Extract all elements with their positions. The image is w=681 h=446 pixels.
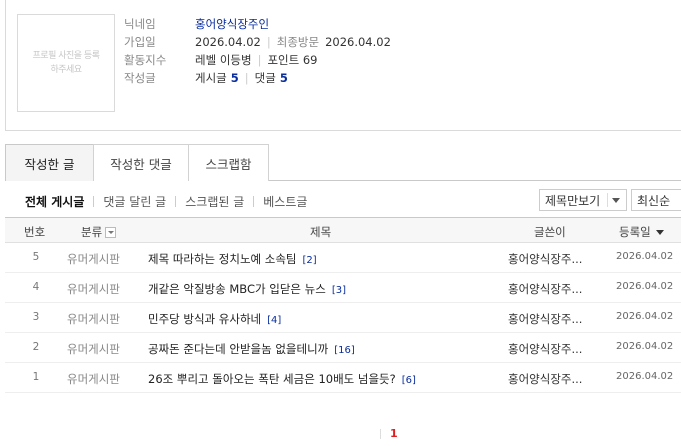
header-category[interactable]: 분류 <box>81 224 117 240</box>
table-row: 2 유머게시판 공짜돈 준다는데 안받을놈 없을테니까 [16] 홍어양식장주... 20… <box>5 333 681 363</box>
divider: | <box>266 35 271 49</box>
last-visit-label: 최종방문 <box>276 35 320 49</box>
filter-commented-posts[interactable]: 댓글 달린 글 <box>103 193 166 210</box>
comments-count: 5 <box>279 71 288 85</box>
sort-value: 최신순 <box>637 193 671 208</box>
filter-scrapped-posts[interactable]: 스크랩된 글 <box>185 193 244 210</box>
row-title[interactable]: 개같은 악질방송 MBC가 입닫은 뉴스 <box>148 282 326 296</box>
row-comment-count[interactable]: [6] <box>402 375 416 386</box>
row-title-link[interactable]: 공짜돈 준다는데 안받을놈 없을테니까 [16] <box>148 341 355 357</box>
row-comment-count[interactable]: [2] <box>303 255 317 266</box>
activity-label: 활동지수 <box>124 53 167 67</box>
divider <box>93 195 95 207</box>
avatar-placeholder[interactable]: 프로필 사진을 등록하주세요 <box>17 14 115 112</box>
row-num: 4 <box>32 281 40 293</box>
page-current[interactable]: 1 <box>390 427 398 440</box>
avatar-placeholder-text: 프로필 사진을 등록하주세요 <box>32 51 100 75</box>
row-author[interactable]: 홍어양식장주... <box>508 251 598 267</box>
view-mode-value: 제목만보기 <box>545 193 601 208</box>
posts-count: 5 <box>230 71 239 85</box>
chevron-down-icon <box>612 198 620 203</box>
row-author[interactable]: 홍어양식장주... <box>508 281 598 297</box>
header-author: 글쓴이 <box>534 225 566 239</box>
nickname-label: 닉네임 <box>124 17 156 31</box>
row-num: 1 <box>32 371 40 383</box>
row-title-link[interactable]: 제목 따라하는 정치노예 소속팀 [2] <box>148 251 317 267</box>
row-category[interactable]: 유머게시판 <box>67 371 120 387</box>
profile-info: 닉네임 홍어양식장주인 가입일 2026.04.02 | 최종방문 2026.0… <box>124 15 391 87</box>
divider <box>380 428 381 439</box>
row-title[interactable]: 제목 따라하는 정치노예 소속팀 <box>148 252 297 266</box>
joined-label: 가입일 <box>124 35 156 49</box>
comments-label: 댓글 <box>254 71 276 85</box>
row-date: 2026.04.02 <box>616 341 674 352</box>
level: 레벨 이등병 <box>195 53 252 67</box>
row-date: 2026.04.02 <box>616 281 674 292</box>
row-title[interactable]: 26조 뿌리고 돌아오는 폭탄 세금은 10배도 넘을듯? <box>148 372 396 386</box>
header-date[interactable]: 등록일 <box>619 224 664 240</box>
row-title-link[interactable]: 26조 뿌리고 돌아오는 폭탄 세금은 10배도 넘을듯? [6] <box>148 371 416 387</box>
row-num: 3 <box>32 311 40 323</box>
tab-written-posts[interactable]: 작성한 글 <box>5 144 94 181</box>
header-date-label: 등록일 <box>619 225 651 239</box>
header-num: 번호 <box>24 225 46 239</box>
tab-scraps[interactable]: 스크랩함 <box>188 144 269 181</box>
tab-bar: 작성한 글 작성한 댓글 스크랩함 <box>5 144 681 181</box>
row-title-link[interactable]: 민주당 방식과 유사하네 [4] <box>148 311 281 327</box>
filter-best-posts[interactable]: 베스트글 <box>263 193 307 210</box>
row-date: 2026.04.02 <box>616 251 674 262</box>
row-num: 5 <box>32 251 40 263</box>
row-date: 2026.04.02 <box>616 371 674 382</box>
sort-select[interactable]: 최신순 <box>631 189 681 211</box>
header-title: 제목 <box>310 225 332 239</box>
divider <box>175 195 177 207</box>
table-row: 1 유머게시판 26조 뿌리고 돌아오는 폭탄 세금은 10배도 넘을듯? [6] 홍어… <box>5 363 681 393</box>
row-title[interactable]: 민주당 방식과 유사하네 <box>148 312 261 326</box>
table-row: 3 유머게시판 민주당 방식과 유사하네 [4] 홍어양식장주... 2026.04.02 <box>5 303 681 333</box>
row-title[interactable]: 공짜돈 준다는데 안받을놈 없을테니까 <box>148 342 328 356</box>
view-mode-select[interactable]: 제목만보기 <box>539 189 627 211</box>
divider: | <box>257 53 262 67</box>
divider <box>607 193 608 207</box>
table-header: 번호 분류 제목 글쓴이 등록일 <box>5 217 681 243</box>
pagination: 1 <box>380 427 398 440</box>
row-num: 2 <box>32 341 40 353</box>
row-author[interactable]: 홍어양식장주... <box>508 371 598 387</box>
divider <box>253 195 255 207</box>
joined-date: 2026.04.02 <box>195 35 261 49</box>
written-label: 작성글 <box>124 71 156 85</box>
row-author[interactable]: 홍어양식장주... <box>508 341 598 357</box>
profile-box: 프로필 사진을 등록하주세요 닉네임 홍어양식장주인 가입일 2026.04.0… <box>5 0 681 131</box>
posts-label: 게시글 <box>195 71 227 85</box>
row-category[interactable]: 유머게시판 <box>67 311 120 327</box>
row-category[interactable]: 유머게시판 <box>67 341 120 357</box>
header-category-label: 분류 <box>81 225 103 239</box>
row-title-link[interactable]: 개같은 악질방송 MBC가 입닫은 뉴스 [3] <box>148 281 346 297</box>
last-visit-date: 2026.04.02 <box>325 35 391 49</box>
table-row: 4 유머게시판 개같은 악질방송 MBC가 입닫은 뉴스 [3] 홍어양식장주... 20… <box>5 273 681 303</box>
points: 포인트 69 <box>267 53 318 67</box>
row-comment-count[interactable]: [3] <box>332 285 346 296</box>
post-filter-bar: 전체 게시글 댓글 달린 글 스크랩된 글 베스트글 <box>25 192 307 210</box>
divider: | <box>244 71 249 85</box>
row-date: 2026.04.02 <box>616 311 674 322</box>
row-author[interactable]: 홍어양식장주... <box>508 311 598 327</box>
nickname[interactable]: 홍어양식장주인 <box>195 16 269 32</box>
filter-all-posts[interactable]: 전체 게시글 <box>25 193 84 210</box>
sort-down-icon <box>655 230 664 235</box>
row-comment-count[interactable]: [4] <box>267 315 281 326</box>
filter-dropdown-icon[interactable] <box>105 227 117 238</box>
row-category[interactable]: 유머게시판 <box>67 281 120 297</box>
tab-written-comments[interactable]: 작성한 댓글 <box>93 144 189 181</box>
row-category[interactable]: 유머게시판 <box>67 251 120 267</box>
row-comment-count[interactable]: [16] <box>334 345 355 356</box>
table-row: 5 유머게시판 제목 따라하는 정치노예 소속팀 [2] 홍어양식장주... 2026.0… <box>5 243 681 273</box>
